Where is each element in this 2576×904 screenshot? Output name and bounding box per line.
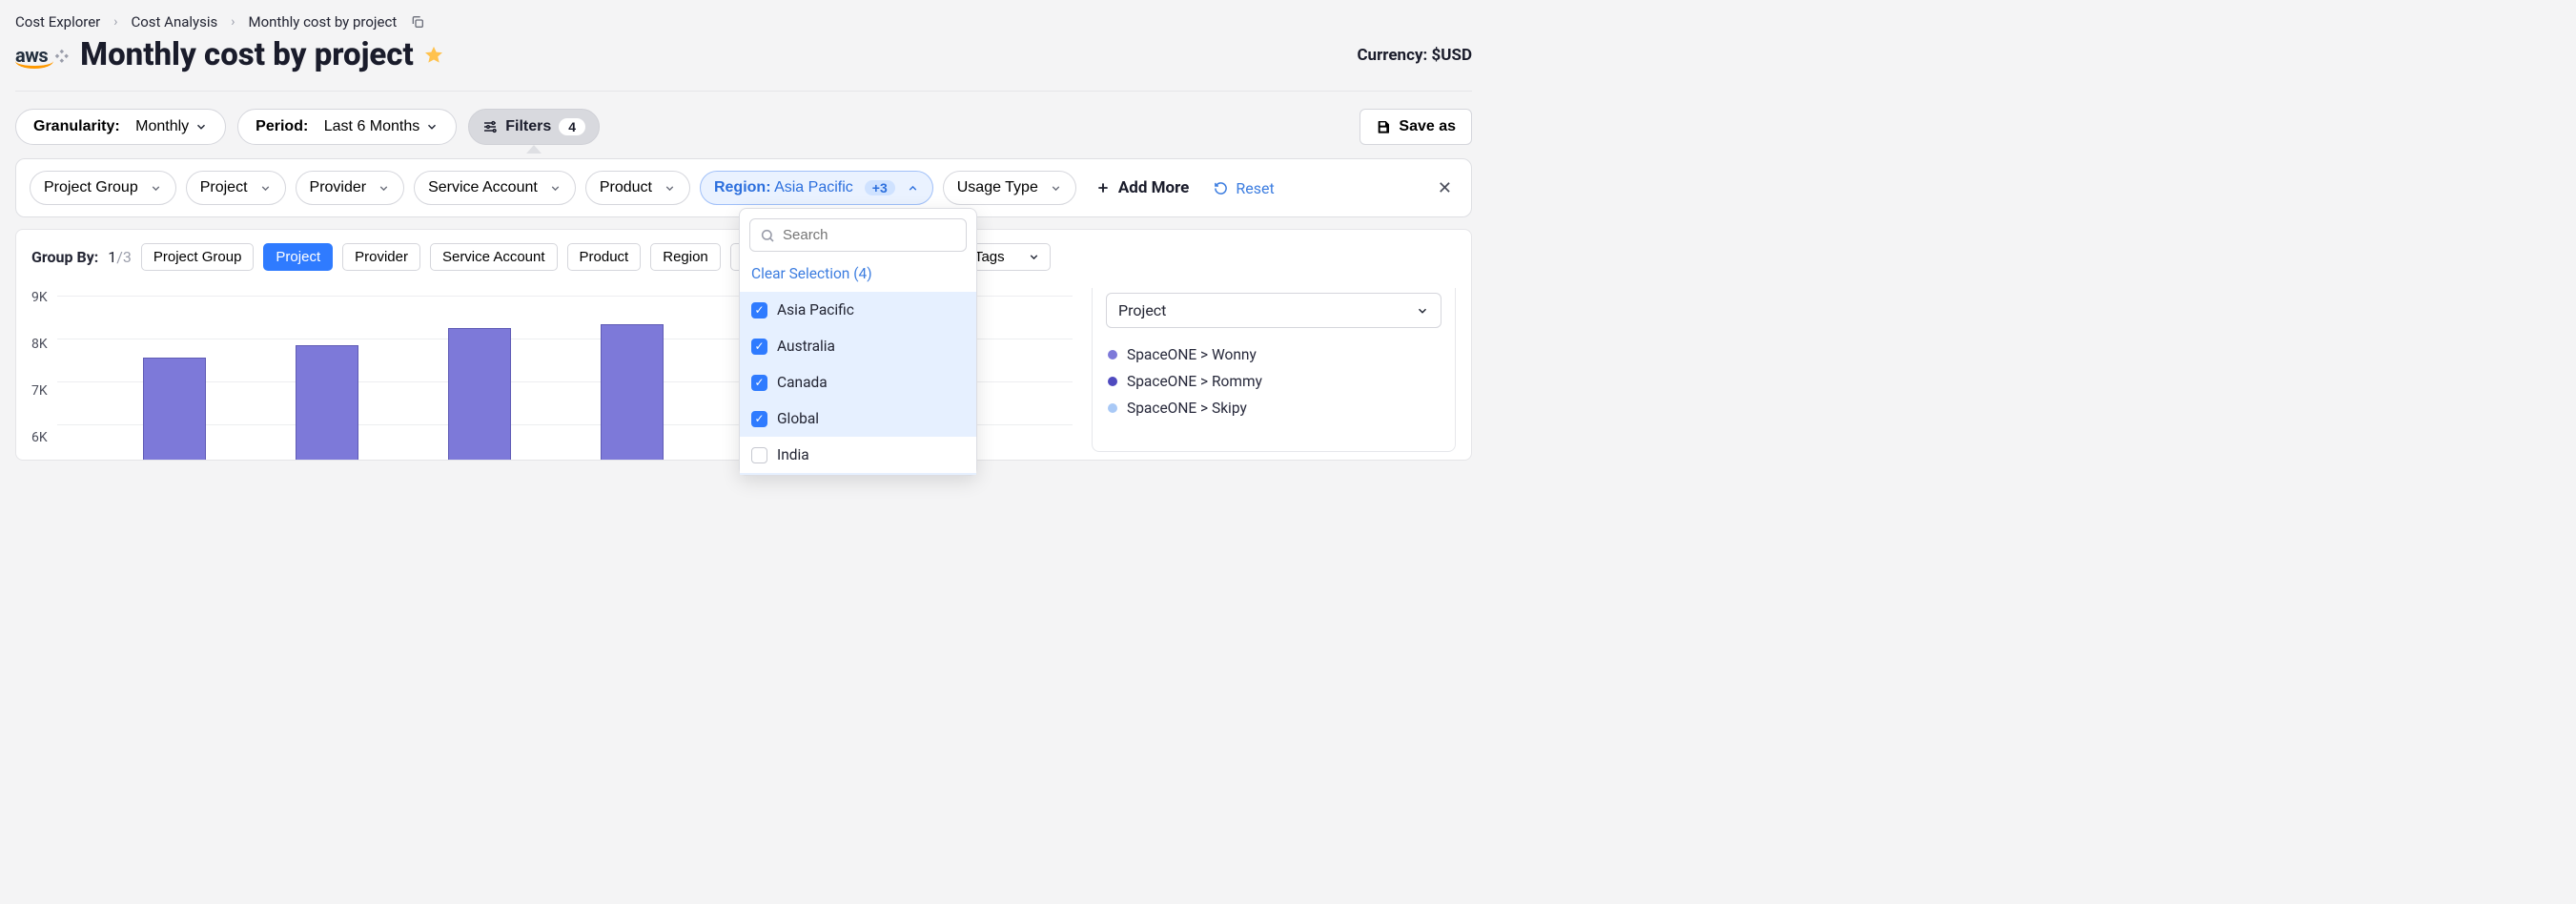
legend-item[interactable]: SpaceONE > Skipy xyxy=(1108,395,1440,421)
checkbox-icon: ✓ xyxy=(751,302,767,318)
chevron-down-icon xyxy=(194,120,208,134)
dropdown-search[interactable] xyxy=(749,218,967,252)
breadcrumb-cost-explorer[interactable]: Cost Explorer xyxy=(15,13,100,31)
plus-icon xyxy=(1095,180,1111,195)
filter-product[interactable]: Product xyxy=(585,171,690,205)
close-filters-icon[interactable]: ✕ xyxy=(1432,175,1458,202)
chevron-down-icon xyxy=(549,182,562,195)
breadcrumb-current: Monthly cost by project xyxy=(249,13,398,31)
chevron-down-icon xyxy=(1028,251,1040,263)
divider xyxy=(15,91,1472,92)
groupby-chip-service-account[interactable]: Service Account xyxy=(430,243,558,271)
filters-bar: Project Group Project Provider Service A… xyxy=(15,158,1472,217)
chevron-right-icon: › xyxy=(231,14,235,30)
legend-dot-icon xyxy=(1108,377,1117,386)
region-option-global[interactable]: ✓Global xyxy=(740,401,976,437)
chevron-down-icon xyxy=(425,120,439,134)
breadcrumb-cost-analysis[interactable]: Cost Analysis xyxy=(131,13,217,31)
copy-icon[interactable] xyxy=(410,14,425,30)
group-by-label: Group By: xyxy=(31,248,98,266)
chevron-down-icon xyxy=(150,182,162,195)
checkbox-icon: ✓ xyxy=(751,339,767,355)
filter-region[interactable]: Region: Asia Pacific +3 xyxy=(700,171,933,205)
page-title: Monthly cost by project xyxy=(80,36,414,73)
region-option-asia-pacific[interactable]: ✓Asia Pacific xyxy=(740,292,976,328)
aws-logo-icon: aws xyxy=(15,44,48,67)
clear-selection-button[interactable]: Clear Selection (4) xyxy=(740,261,976,292)
checkbox-icon: ✓ xyxy=(751,375,767,391)
chevron-right-icon: › xyxy=(113,14,117,30)
save-icon xyxy=(1376,119,1391,134)
dropdown-search-input[interactable] xyxy=(783,227,972,243)
filter-project-group[interactable]: Project Group xyxy=(30,171,176,205)
star-icon[interactable] xyxy=(423,45,444,66)
diamond-icon xyxy=(53,48,69,63)
filters-count-badge: 4 xyxy=(559,118,585,135)
chevron-down-icon xyxy=(664,182,676,195)
filter-service-account[interactable]: Service Account xyxy=(414,171,576,205)
region-option-india[interactable]: India xyxy=(740,437,976,473)
reset-button[interactable]: Reset xyxy=(1214,179,1274,197)
chart-y-axis: 9K 8K 7K 6K xyxy=(31,288,48,445)
region-dropdown: Clear Selection (4) ✓Asia Pacific ✓Austr… xyxy=(739,208,977,476)
legend-item[interactable]: SpaceONE > Rommy xyxy=(1108,368,1440,395)
add-more-button[interactable]: Add More xyxy=(1095,178,1190,197)
search-icon xyxy=(760,228,775,243)
groupby-chip-product[interactable]: Product xyxy=(567,243,642,271)
region-more-badge: +3 xyxy=(865,180,895,195)
chevron-down-icon xyxy=(259,182,272,195)
filter-usage-type[interactable]: Usage Type xyxy=(943,171,1076,205)
provider-logos: aws xyxy=(15,44,69,67)
checkbox-icon xyxy=(751,447,767,463)
filters-toggle[interactable]: Filters 4 xyxy=(468,109,600,145)
chart-bar xyxy=(143,358,206,460)
granularity-selector[interactable]: Granularity: Monthly xyxy=(15,109,226,145)
chevron-down-icon xyxy=(1050,182,1062,195)
save-as-button[interactable]: Save as xyxy=(1360,109,1472,145)
groupby-chip-provider[interactable]: Provider xyxy=(342,243,420,271)
groupby-chip-project-group[interactable]: Project Group xyxy=(141,243,255,271)
breadcrumb: Cost Explorer › Cost Analysis › Monthly … xyxy=(0,0,1487,36)
region-option-canada[interactable]: ✓Canada xyxy=(740,364,976,401)
chevron-up-icon xyxy=(907,182,919,195)
groupby-chip-region[interactable]: Region xyxy=(650,243,721,271)
checkbox-icon: ✓ xyxy=(751,411,767,427)
period-selector[interactable]: Period: Last 6 Months xyxy=(237,109,457,145)
chart-bar xyxy=(601,324,664,460)
region-option-australia[interactable]: ✓Australia xyxy=(740,328,976,364)
legend-item[interactable]: SpaceONE > Wonny xyxy=(1108,341,1440,368)
filter-provider[interactable]: Provider xyxy=(296,171,405,205)
legend-dot-icon xyxy=(1108,403,1117,413)
chevron-down-icon xyxy=(1416,304,1429,318)
filter-project[interactable]: Project xyxy=(186,171,286,205)
chart-bar xyxy=(296,345,358,460)
sliders-icon xyxy=(482,119,498,134)
refresh-icon xyxy=(1214,181,1228,195)
chart-legend: Project SpaceONE > Wonny SpaceONE > Romm… xyxy=(1092,288,1456,452)
currency-label: Currency: $USD xyxy=(1357,46,1472,65)
chart-bar xyxy=(448,328,511,460)
legend-select[interactable]: Project xyxy=(1106,293,1441,328)
chevron-down-icon xyxy=(378,182,390,195)
legend-dot-icon xyxy=(1108,350,1117,360)
group-by-count: 1/3 xyxy=(108,248,132,266)
groupby-chip-project[interactable]: Project xyxy=(263,243,333,271)
